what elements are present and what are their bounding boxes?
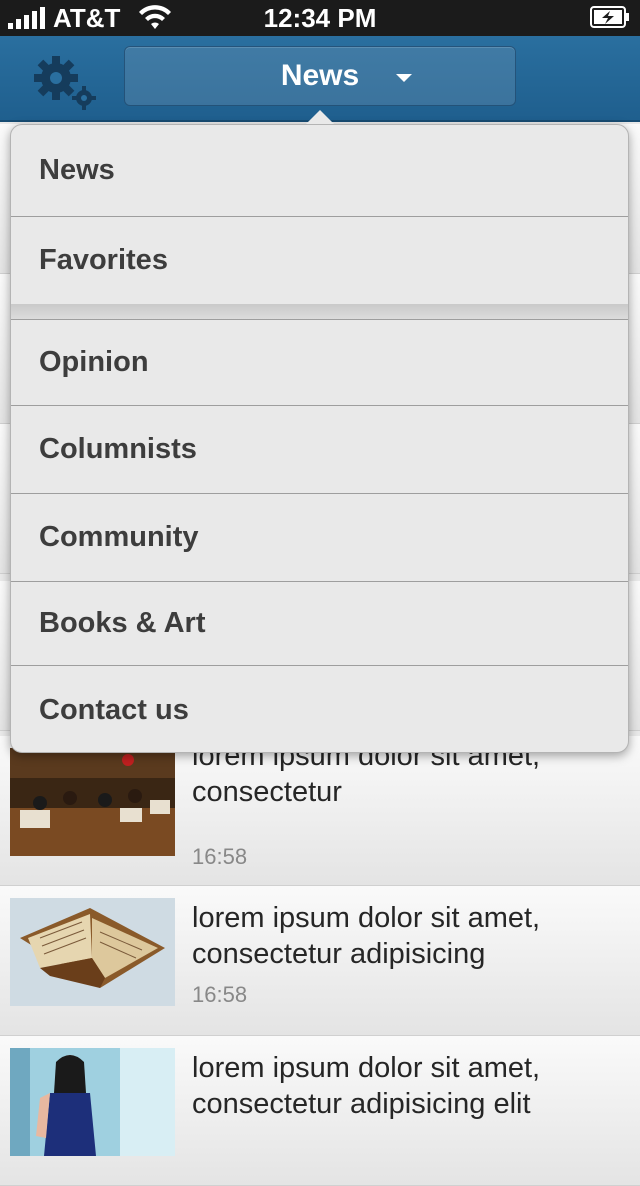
settings-gear-icon[interactable] [30,52,102,112]
menu-divider [11,304,628,320]
old-book-thumbnail [10,898,175,1006]
menu-item-community[interactable]: Community [11,494,628,582]
section-title: News [280,59,360,92]
article-time: 16:58 [192,844,248,869]
dropdown-pointer [306,110,334,124]
menu-item-news[interactable]: News [11,125,628,217]
article-title: lorem ipsum dolor sit amet, consectetur … [192,902,541,970]
battery-charging-icon [590,6,629,28]
menu-item-books-art[interactable]: Books & Art [11,582,628,666]
article-title: lorem ipsum dolor sit amet, consectetur … [192,1052,541,1120]
menu-item-columnists[interactable]: Columnists [11,406,628,494]
menu-item-opinion[interactable]: Opinion [11,320,628,406]
article-row[interactable]: lorem ipsum dolor sit amet, consectetur … [0,1036,640,1186]
clock: 12:34 PM [263,3,377,33]
section-dropdown-menu: News Favorites Opinion Columnists Commun… [10,124,629,753]
portrait-thumbnail [10,1048,175,1156]
article-time: 16:58 [192,982,248,1007]
menu-item-favorites[interactable]: Favorites [11,217,628,305]
chevron-down-icon [396,74,412,82]
status-bar: AT&T 12:34 PM [0,0,640,36]
menu-item-contact-us[interactable]: Contact us [11,666,628,752]
article-row[interactable]: lorem ipsum dolor sit amet, consectetur … [0,736,640,886]
article-row[interactable]: lorem ipsum dolor sit amet, consectetur … [0,886,640,1036]
orchestra-thumbnail [10,748,175,856]
section-dropdown-button[interactable]: News [124,46,516,106]
